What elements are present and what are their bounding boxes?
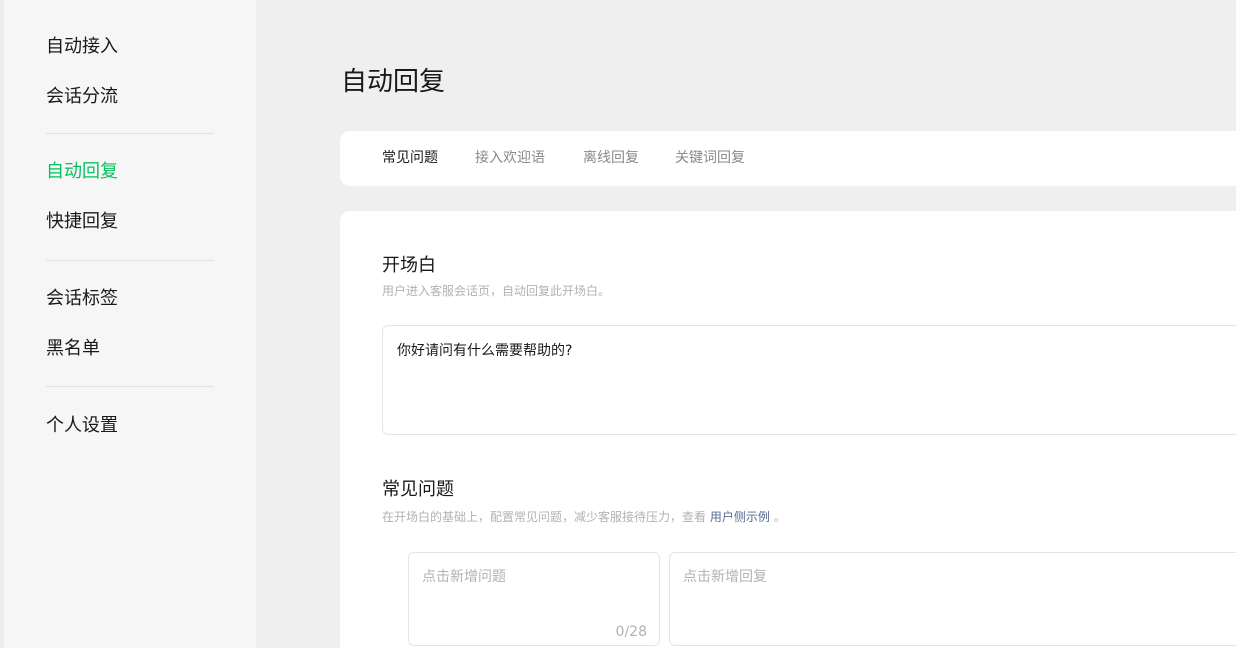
tab-bar: 常见问题 接入欢迎语 离线回复 关键词回复 bbox=[340, 131, 1236, 186]
page-title: 自动回复 bbox=[341, 67, 446, 97]
tab-offline-reply[interactable]: 离线回复 bbox=[583, 149, 639, 167]
question-char-count: 0/28 bbox=[615, 624, 647, 640]
new-question-placeholder: 点击新增问题 bbox=[422, 569, 506, 585]
new-reply-placeholder: 点击新增回复 bbox=[683, 569, 767, 585]
tab-faq[interactable]: 常见问题 bbox=[382, 149, 438, 167]
sidebar-divider bbox=[46, 133, 214, 134]
sidebar-divider bbox=[46, 260, 214, 261]
opening-title: 开场白 bbox=[382, 255, 436, 276]
content-card: 开场白 用户进入客服会话页，自动回复此开场白。 你好请问有什么需要帮助的? 常见… bbox=[340, 211, 1236, 648]
faq-title: 常见问题 bbox=[382, 479, 454, 500]
sidebar-item-auto-reply[interactable]: 自动回复 bbox=[46, 160, 118, 184]
faq-description-text: 在开场白的基础上，配置常见问题，减少客服接待压力，查看 bbox=[382, 510, 707, 524]
tab-keyword-reply[interactable]: 关键词回复 bbox=[675, 149, 745, 167]
tab-welcome-message[interactable]: 接入欢迎语 bbox=[475, 149, 545, 167]
opening-description: 用户进入客服会话页，自动回复此开场白。 bbox=[382, 284, 611, 298]
sidebar: 自动接入 会话分流 自动回复 快捷回复 会话标签 黑名单 个人设置 bbox=[0, 0, 256, 648]
sidebar-divider bbox=[46, 386, 214, 387]
sidebar-item-auto-access[interactable]: 自动接入 bbox=[46, 35, 118, 59]
sidebar-item-quick-reply[interactable]: 快捷回复 bbox=[46, 210, 118, 234]
sidebar-item-session-routing[interactable]: 会话分流 bbox=[46, 85, 118, 109]
sidebar-item-blacklist[interactable]: 黑名单 bbox=[46, 337, 100, 361]
faq-description-suffix: 。 bbox=[773, 510, 786, 524]
faq-description: 在开场白的基础上，配置常见问题，减少客服接待压力，查看 用户侧示例 。 bbox=[382, 509, 786, 525]
new-question-input[interactable]: 点击新增问题 0/28 bbox=[408, 552, 660, 646]
new-reply-input[interactable]: 点击新增回复 bbox=[669, 552, 1236, 646]
app: 自动接入 会话分流 自动回复 快捷回复 会话标签 黑名单 个人设置 自动回复 常… bbox=[0, 0, 1236, 648]
user-side-example-link[interactable]: 用户侧示例 bbox=[710, 510, 770, 524]
sidebar-item-personal-settings[interactable]: 个人设置 bbox=[46, 414, 118, 438]
opening-textarea[interactable]: 你好请问有什么需要帮助的? bbox=[382, 325, 1236, 435]
sidebar-item-session-tags[interactable]: 会话标签 bbox=[46, 287, 118, 311]
